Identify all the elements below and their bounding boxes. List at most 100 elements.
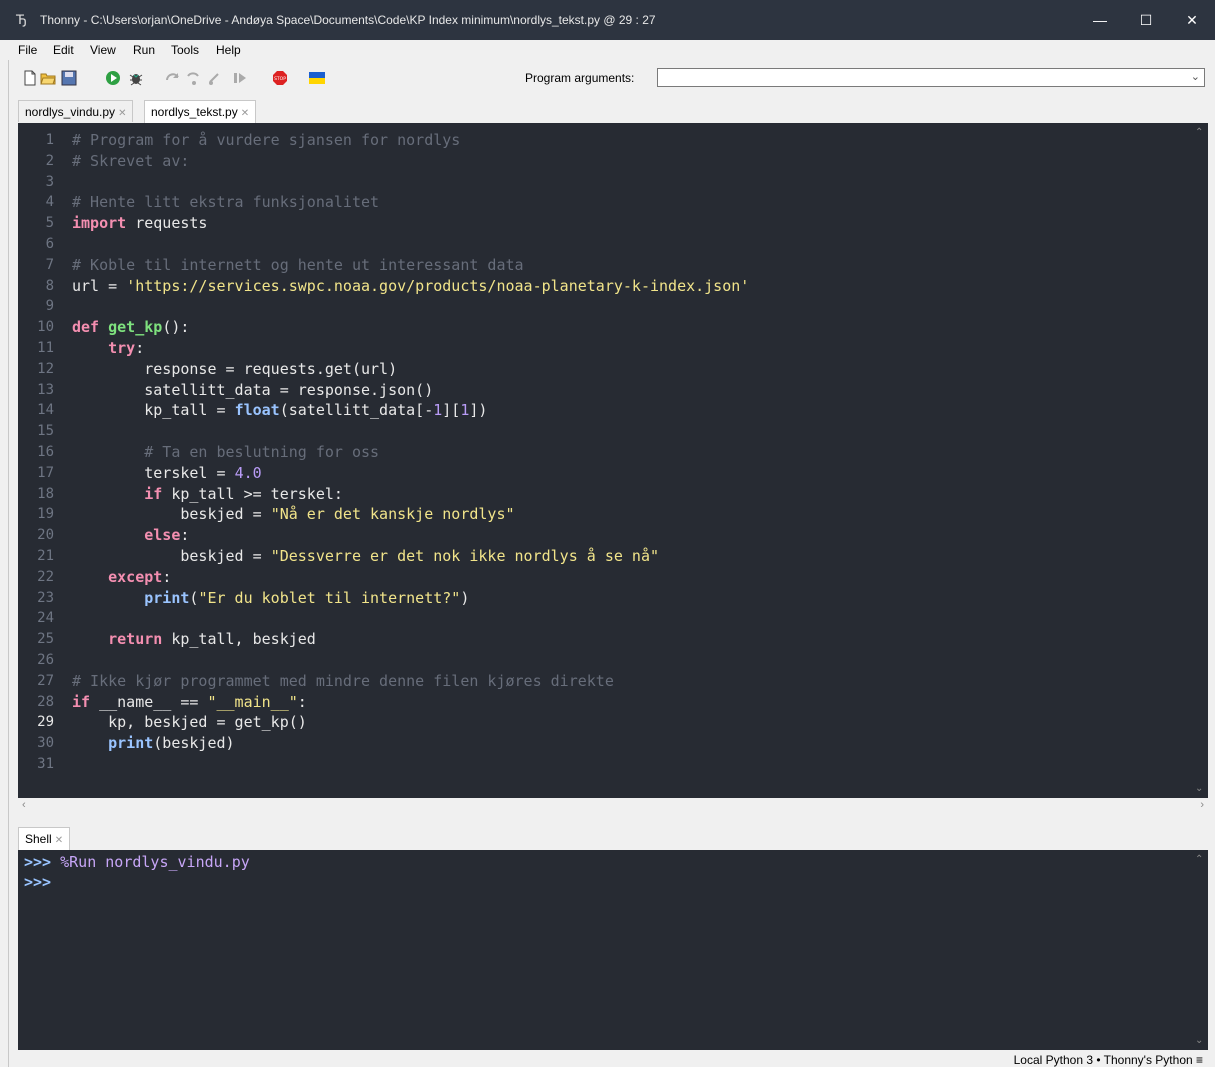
line-number: 10 bbox=[37, 319, 54, 336]
scroll-down-icon[interactable]: ⌄ bbox=[1195, 783, 1203, 794]
chevron-down-icon[interactable]: ⌄ bbox=[1191, 70, 1200, 83]
code-line[interactable] bbox=[72, 608, 749, 629]
scroll-left-icon[interactable]: ‹ bbox=[22, 799, 26, 811]
close-tab-icon[interactable]: ✕ bbox=[118, 108, 126, 119]
close-tab-icon[interactable]: ✕ bbox=[241, 108, 249, 119]
line-number: 27 bbox=[37, 672, 54, 689]
shell-line: >>> %Run nordlys_vindu.py bbox=[24, 852, 250, 872]
code-area[interactable]: # Program for å vurdere sjansen for nord… bbox=[72, 130, 749, 775]
line-number: 18 bbox=[37, 485, 54, 502]
code-line[interactable]: # Skrevet av: bbox=[72, 151, 749, 172]
menu-tools[interactable]: Tools bbox=[171, 43, 199, 57]
save-icon[interactable] bbox=[61, 70, 77, 86]
menu-help[interactable]: Help bbox=[216, 43, 241, 57]
line-number: 13 bbox=[37, 381, 54, 398]
shell-console[interactable]: >>> %Run nordlys_vindu.py >>> ⌃ ⌄ bbox=[18, 850, 1208, 1050]
code-line[interactable]: except: bbox=[72, 567, 749, 588]
menu-run[interactable]: Run bbox=[133, 43, 155, 57]
stop-icon[interactable]: STOP bbox=[272, 70, 288, 86]
code-line[interactable]: print("Er du koblet til internett?") bbox=[72, 588, 749, 609]
line-number: 30 bbox=[37, 735, 54, 752]
debug-icon[interactable] bbox=[128, 70, 144, 86]
code-line[interactable]: # Hente litt ekstra funksjonalitet bbox=[72, 192, 749, 213]
editor-horizontal-scrollbar[interactable]: ‹ › bbox=[18, 798, 1208, 814]
program-arguments-input[interactable]: ⌄ bbox=[657, 68, 1205, 87]
step-out-icon bbox=[209, 73, 219, 85]
tab-shell[interactable]: Shell ✕ bbox=[18, 827, 71, 850]
line-number: 24 bbox=[37, 610, 54, 627]
code-line[interactable]: def get_kp(): bbox=[72, 317, 749, 338]
line-number: 20 bbox=[37, 527, 54, 544]
tab-label: nordlys_tekst.py bbox=[151, 105, 238, 119]
scroll-down-icon[interactable]: ⌄ bbox=[1195, 1035, 1203, 1046]
ukraine-flag-icon[interactable] bbox=[309, 70, 325, 86]
shell-line[interactable]: >>> bbox=[24, 872, 51, 892]
code-line[interactable] bbox=[72, 650, 749, 671]
line-number: 9 bbox=[45, 298, 54, 315]
code-editor[interactable]: 1 2 3 4 5 6 7 8 9 10 11 12 13 14 15 16 17 18 19 20 21 22 23 24 2… bbox=[18, 123, 1208, 798]
minimize-button[interactable]: — bbox=[1077, 0, 1123, 40]
line-number: 25 bbox=[37, 631, 54, 648]
line-number: 19 bbox=[37, 506, 54, 523]
code-line[interactable]: else: bbox=[72, 525, 749, 546]
code-line[interactable]: if kp_tall >= terskel: bbox=[72, 484, 749, 505]
editor-vertical-scrollbar[interactable]: ⌃ ⌄ bbox=[1191, 123, 1208, 798]
code-line[interactable]: # Koble til internett og hente ut intere… bbox=[72, 255, 749, 276]
shell-prompt: >>> bbox=[24, 853, 52, 871]
code-line[interactable]: # Ikke kjør programmet med mindre denne … bbox=[72, 671, 749, 692]
shell-vertical-scrollbar[interactable]: ⌃ ⌄ bbox=[1191, 850, 1208, 1050]
code-line[interactable] bbox=[72, 234, 749, 255]
tab-nordlys-vindu[interactable]: nordlys_vindu.py ✕ bbox=[18, 100, 134, 122]
close-button[interactable]: ✕ bbox=[1169, 0, 1215, 40]
line-number: 21 bbox=[37, 547, 54, 564]
code-line[interactable]: try: bbox=[72, 338, 749, 359]
line-number: 28 bbox=[37, 693, 54, 710]
line-number: 23 bbox=[37, 589, 54, 606]
code-line[interactable]: url = 'https://services.swpc.noaa.gov/pr… bbox=[72, 276, 749, 297]
menu-edit[interactable]: Edit bbox=[53, 43, 74, 57]
code-line[interactable]: beskjed = "Nå er det kanskje nordlys" bbox=[72, 504, 749, 525]
code-line[interactable]: import requests bbox=[72, 213, 749, 234]
code-line[interactable]: satellitt_data = response.json() bbox=[72, 380, 749, 401]
code-line[interactable]: # Program for å vurdere sjansen for nord… bbox=[72, 130, 749, 151]
maximize-button[interactable]: ☐ bbox=[1123, 0, 1169, 40]
scroll-up-icon[interactable]: ⌃ bbox=[1195, 854, 1203, 865]
line-number: 7 bbox=[45, 256, 54, 273]
code-line[interactable]: terskel = 4.0 bbox=[72, 463, 749, 484]
program-arguments-label: Program arguments: bbox=[525, 71, 635, 85]
code-line[interactable]: kp, beskjed = get_kp() bbox=[72, 712, 749, 733]
code-line[interactable] bbox=[72, 172, 749, 193]
code-line[interactable]: if __name__ == "__main__": bbox=[72, 692, 749, 713]
close-tab-icon[interactable]: ✕ bbox=[55, 835, 63, 846]
menu-view[interactable]: View bbox=[90, 43, 116, 57]
line-number: 11 bbox=[37, 339, 54, 356]
title-bar: Ꚋ Thonny - C:\Users\orjan\OneDrive - And… bbox=[0, 0, 1215, 40]
line-number: 14 bbox=[37, 402, 54, 419]
code-line[interactable] bbox=[72, 421, 749, 442]
shell-tab-label: Shell bbox=[25, 832, 52, 846]
tab-nordlys-tekst[interactable]: nordlys_tekst.py ✕ bbox=[144, 100, 257, 123]
code-line[interactable] bbox=[72, 754, 749, 775]
code-line[interactable]: beskjed = "Dessverre er det nok ikke nor… bbox=[72, 546, 749, 567]
thonny-logo-icon: Ꚋ bbox=[16, 12, 27, 27]
svg-text:STOP: STOP bbox=[274, 76, 286, 82]
window-title: Thonny - C:\Users\orjan\OneDrive - Andøy… bbox=[40, 13, 656, 27]
menu-file[interactable]: File bbox=[18, 43, 37, 57]
step-over-icon bbox=[166, 73, 179, 81]
code-line[interactable] bbox=[72, 296, 749, 317]
new-file-icon[interactable] bbox=[22, 70, 38, 86]
line-number: 16 bbox=[37, 443, 54, 460]
scroll-right-icon[interactable]: › bbox=[1200, 799, 1204, 811]
code-line[interactable]: response = requests.get(url) bbox=[72, 359, 749, 380]
code-line[interactable]: return kp_tall, beskjed bbox=[72, 629, 749, 650]
code-line[interactable]: print(beskjed) bbox=[72, 733, 749, 754]
run-icon[interactable] bbox=[105, 70, 121, 86]
open-folder-icon[interactable] bbox=[40, 70, 56, 86]
code-line[interactable]: # Ta en beslutning for oss bbox=[72, 442, 749, 463]
line-number: 1 bbox=[45, 132, 54, 148]
toolbar: STOP Program arguments: ⌄ bbox=[0, 60, 1215, 98]
scroll-up-icon[interactable]: ⌃ bbox=[1195, 127, 1203, 138]
status-bar[interactable]: Local Python 3 • Thonny's Python ≡ bbox=[1014, 1053, 1203, 1067]
left-border bbox=[8, 60, 9, 1067]
code-line[interactable]: kp_tall = float(satellitt_data[-1][1]) bbox=[72, 400, 749, 421]
